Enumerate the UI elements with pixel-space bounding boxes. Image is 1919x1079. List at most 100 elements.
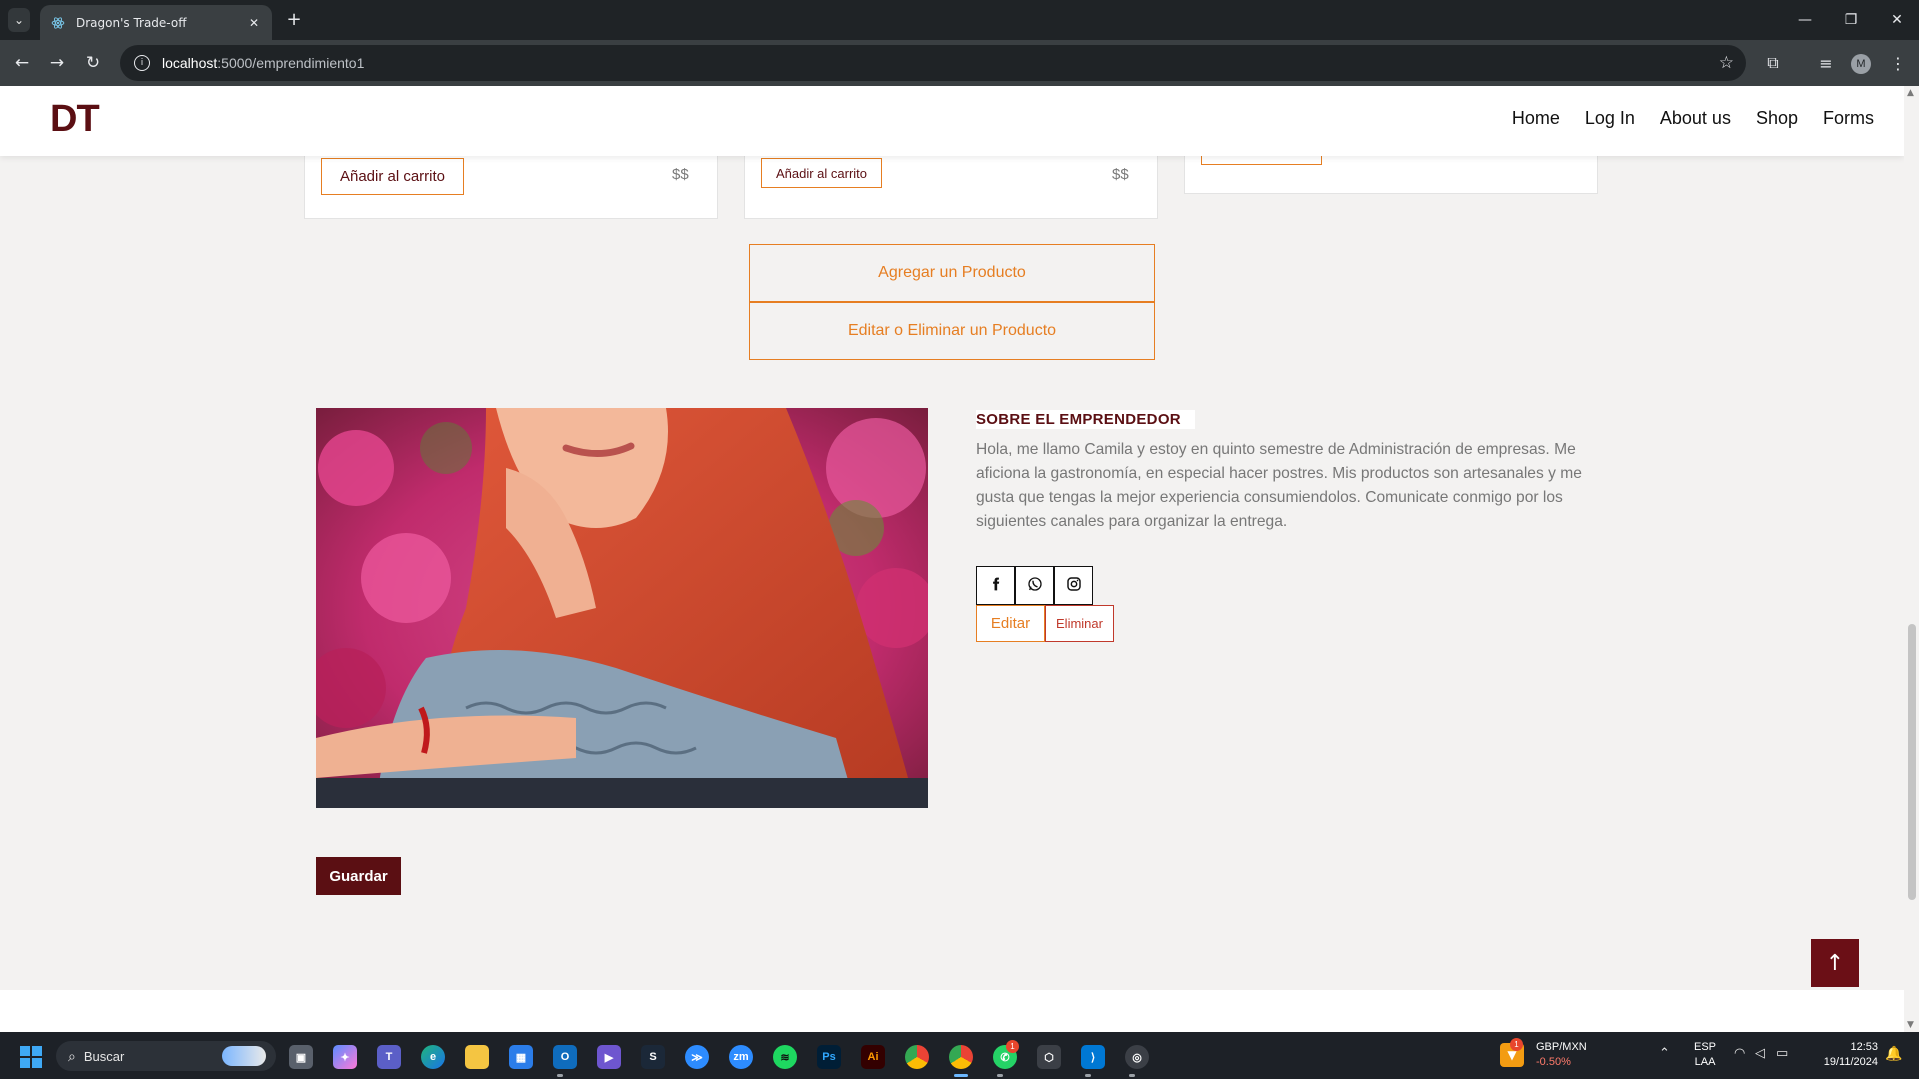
outlook-running-indicator [557,1074,563,1077]
tab-search-icon[interactable]: ⌄ [8,8,30,32]
file-explorer-icon[interactable] [465,1045,489,1069]
power-automate-icon[interactable]: ≫ [685,1045,709,1069]
store-icon[interactable]: ▦ [509,1045,533,1069]
scroll-to-top-button[interactable]: ↑ [1811,939,1859,987]
chrome-active-indicator [954,1074,968,1077]
site-logo[interactable]: DT [50,98,100,141]
ticker-pair: GBP/MXN [1536,1041,1587,1053]
back-icon[interactable]: ← [9,50,35,76]
system-clock[interactable]: 12:53 19/11/2024 [1816,1040,1878,1070]
clipchamp-icon[interactable]: ▶ [597,1045,621,1069]
unity-icon[interactable]: ⬡ [1037,1045,1061,1069]
steam-icon[interactable]: S [641,1045,665,1069]
product-price: $$ [672,166,689,183]
clock-date: 19/11/2024 [1823,1056,1878,1068]
arrow-up-icon: ↑ [1825,950,1845,976]
nav-about-us[interactable]: About us [1660,108,1731,129]
notification-bell-icon[interactable]: 🔔 [1885,1046,1902,1062]
address-bar[interactable]: i localhost:5000/emprendimiento1 ☆ [120,45,1746,81]
windows-start-icon[interactable] [20,1046,42,1068]
browser-tab-bar: ⌄ Dragon's Trade-off ✕ + — ❐ ✕ [0,0,1919,40]
save-button[interactable]: Guardar [316,857,401,895]
reload-icon[interactable]: ↻ [80,50,106,76]
illustrator-icon[interactable]: Ai [861,1045,885,1069]
language-code: ESP [1694,1041,1717,1053]
volume-icon[interactable]: ◁ [1755,1046,1765,1061]
profile-avatar[interactable]: M [1851,54,1871,74]
tab-close-icon[interactable]: ✕ [246,16,262,30]
nav-forms[interactable]: Forms [1823,108,1874,129]
nav-shop[interactable]: Shop [1756,108,1798,129]
vscode-icon[interactable]: ⟩ [1081,1045,1105,1069]
edit-delete-product-button[interactable]: Editar o Eliminar un Producto [749,302,1155,360]
spotify-icon[interactable]: ≋ [773,1045,797,1069]
stock-ticker-widget[interactable]: ▼ 1 GBP/MXN -0.50% [1500,1038,1587,1070]
taskbar-search[interactable]: ⌕ Buscar [56,1041,276,1071]
obs-icon[interactable]: ◎ [1125,1045,1149,1069]
zoom-icon[interactable]: zm [729,1045,753,1069]
browser-toolbar: ← → ↻ i localhost:5000/emprendimiento1 ☆… [0,40,1919,86]
facebook-button[interactable] [976,566,1015,605]
minimize-icon[interactable]: — [1792,8,1818,32]
new-tab-icon[interactable]: + [283,8,305,30]
scroll-thumb[interactable] [1908,624,1916,900]
chrome-profile-icon[interactable] [949,1045,973,1069]
entrepreneur-photo [316,408,928,808]
about-title: SOBRE EL EMPRENDEDOR [976,410,1195,429]
close-window-icon[interactable]: ✕ [1884,8,1910,32]
wifi-icon[interactable]: ◠ [1734,1046,1745,1061]
bookmark-star-icon[interactable]: ☆ [1719,53,1734,73]
search-highlight-image [222,1046,266,1066]
copilot-icon[interactable]: ✦ [333,1045,357,1069]
language-indicator[interactable]: ESP LAA [1694,1040,1716,1070]
page-scrollbar[interactable]: ▲ ▼ [1904,86,1919,1032]
delete-about-button[interactable]: Eliminar [1045,605,1114,642]
chrome-icon[interactable] [905,1045,929,1069]
instagram-icon [1066,576,1082,596]
url-host: localhost [162,55,218,71]
restore-icon[interactable]: ❐ [1838,8,1864,32]
url-text[interactable]: localhost:5000/emprendimiento1 [162,55,364,71]
instagram-button[interactable] [1054,566,1093,605]
facebook-icon [989,576,1003,596]
clock-time: 12:53 [1850,1041,1878,1053]
site-header: DT Home Log In About us Shop Forms [0,86,1904,156]
task-view-icon[interactable]: ▣ [289,1045,313,1069]
nav-home[interactable]: Home [1512,108,1560,129]
whatsapp-button[interactable] [1015,566,1054,605]
about-description: Hola, me llamo Camila y estoy en quinto … [976,441,1582,530]
whatsapp-running-indicator [997,1074,1003,1077]
scroll-up-arrow-icon[interactable]: ▲ [1907,88,1914,98]
extensions-icon[interactable]: ⧉ [1761,51,1785,75]
browser-tab[interactable]: Dragon's Trade-off ✕ [40,5,272,40]
page-footer [0,990,1904,1032]
edge-icon[interactable]: e [421,1045,445,1069]
taskbar-search-placeholder: Buscar [83,1048,125,1064]
photoshop-icon[interactable]: Ps [817,1045,841,1069]
add-to-cart-button[interactable]: Añadir al carrito [761,158,882,188]
reading-list-icon[interactable]: ≡ [1814,51,1838,75]
add-product-button[interactable]: Agregar un Producto [749,244,1155,302]
product-price: $$ [1112,166,1129,183]
add-to-cart-button[interactable]: Añadir al carrito [321,158,464,195]
main-nav: Home Log In About us Shop Forms [1512,108,1874,129]
obs-running-indicator [1129,1074,1135,1077]
menu-icon[interactable]: ⋮ [1886,51,1910,75]
site-info-icon[interactable]: i [134,55,150,71]
ticker-change: -0.50% [1536,1056,1571,1068]
whatsapp-icon [1027,576,1043,596]
edit-about-button[interactable]: Editar [976,605,1045,642]
show-hidden-icons-icon[interactable]: ⌃ [1659,1046,1670,1061]
teams-icon[interactable]: T [377,1045,401,1069]
tab-title: Dragon's Trade-off [76,15,187,30]
url-path: :5000/emprendimiento1 [217,55,365,71]
scroll-down-arrow-icon[interactable]: ▼ [1907,1020,1914,1030]
search-icon: ⌕ [68,1047,76,1064]
forward-icon[interactable]: → [44,50,70,76]
page-viewport: Añadir al carrito $$ Añadir al carrito $… [0,86,1904,1032]
battery-icon[interactable]: ▭ [1776,1046,1788,1061]
vscode-running-indicator [1085,1074,1091,1077]
outlook-icon[interactable]: O [553,1045,577,1069]
keyboard-layout: LAA [1694,1056,1716,1068]
nav-login[interactable]: Log In [1585,108,1635,129]
